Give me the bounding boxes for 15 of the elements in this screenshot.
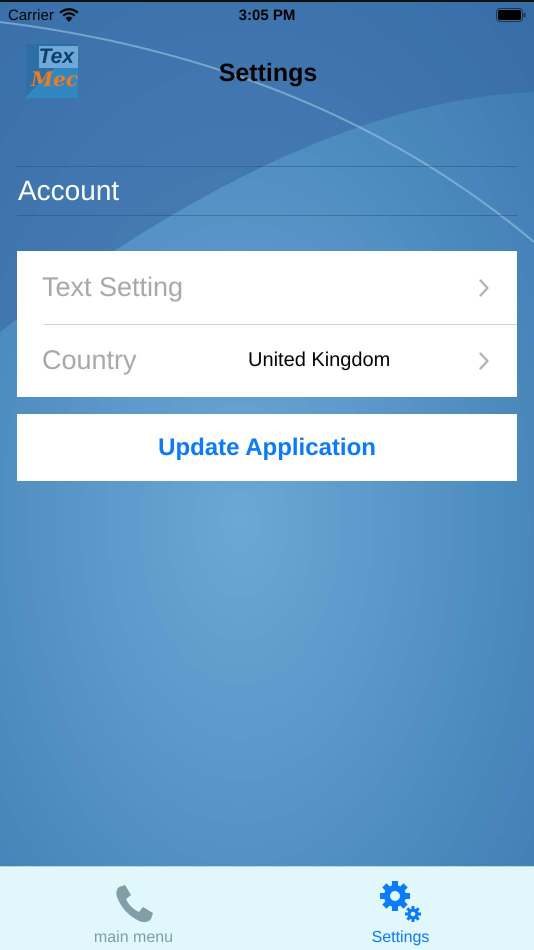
tab-item[interactable]: main menu xyxy=(0,867,267,950)
tab-item[interactable]: Settings xyxy=(267,867,534,950)
page-title: Settings xyxy=(218,58,318,88)
settings-row[interactable]: Country United Kingdom xyxy=(17,324,517,397)
chevron-icon xyxy=(479,352,489,370)
section-header: Account xyxy=(17,175,120,207)
wifi-icon xyxy=(58,8,79,22)
chevron-icon xyxy=(479,278,489,296)
update-application-button[interactable]: Update Application xyxy=(17,414,517,481)
settings-row[interactable]: Text Setting xyxy=(17,251,517,324)
carrier-label: Carrier xyxy=(8,6,54,24)
status-time: 3:05 PM xyxy=(238,6,296,24)
battery-icon xyxy=(496,8,526,22)
gears-icon xyxy=(378,879,424,925)
app-logo: Tex Mec xyxy=(26,44,78,98)
